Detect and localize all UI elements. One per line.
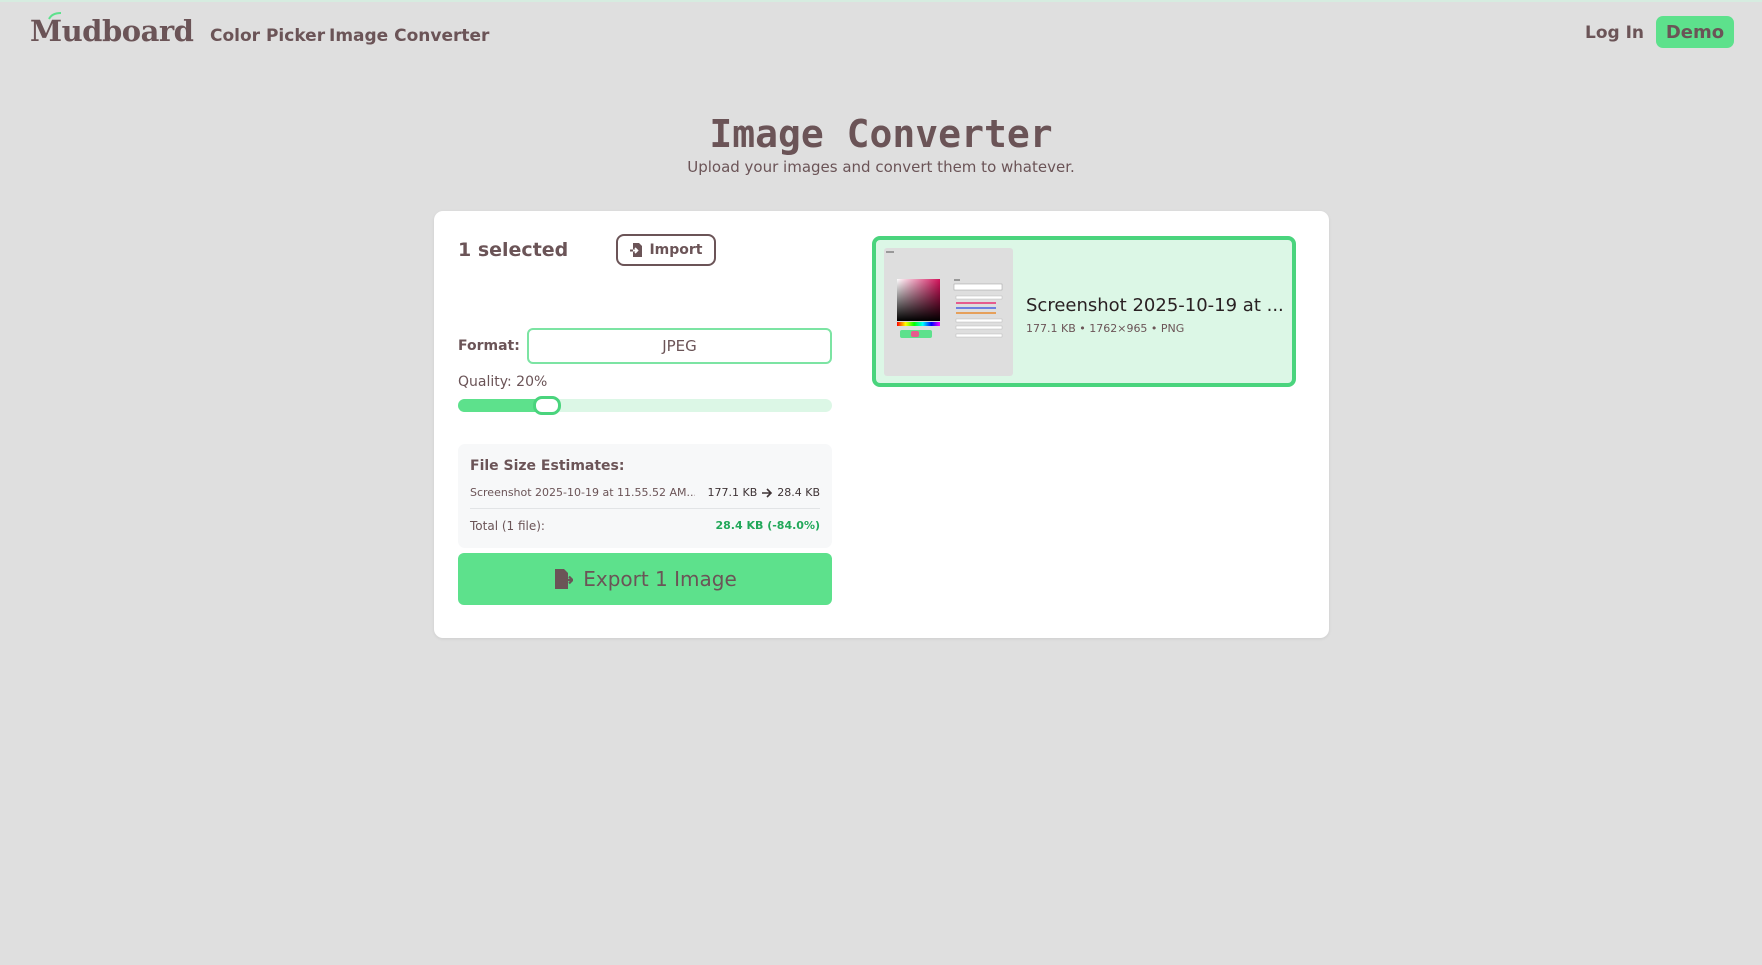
file-name: Screenshot 2025-10-19 at ... bbox=[1026, 295, 1284, 316]
converter-card: 1 selected Import Format: JPEG Quality: … bbox=[434, 211, 1329, 638]
estimate-file-name: Screenshot 2025-10-19 at 11.55.52 AM.... bbox=[470, 486, 695, 499]
original-size: 177.1 KB bbox=[707, 486, 758, 499]
file-meta: 177.1 KB • 1762×965 • PNG bbox=[1026, 322, 1185, 335]
arrow-right-icon bbox=[762, 487, 773, 498]
new-size: 28.4 KB bbox=[777, 486, 820, 499]
selected-count: 1 selected bbox=[458, 239, 569, 261]
quality-label: Quality: 20% bbox=[458, 374, 548, 390]
login-link[interactable]: Log In bbox=[1585, 23, 1644, 43]
format-select[interactable]: JPEG bbox=[527, 328, 832, 364]
import-icon bbox=[630, 243, 643, 257]
estimate-sizes: 177.1 KB 28.4 KB bbox=[708, 486, 821, 499]
file-thumbnail bbox=[884, 248, 1013, 376]
format-value: JPEG bbox=[662, 337, 697, 355]
file-size-estimates: File Size Estimates: Screenshot 2025-10-… bbox=[458, 444, 832, 548]
total-value: 28.4 KB (-84.0%) bbox=[715, 519, 821, 532]
page-subtitle: Upload your images and convert them to w… bbox=[687, 158, 1075, 176]
nav-image-converter[interactable]: Image Converter bbox=[329, 26, 489, 46]
quality-slider[interactable] bbox=[458, 396, 832, 415]
page-title: Image Converter bbox=[709, 112, 1053, 156]
export-label: Export 1 Image bbox=[583, 567, 737, 591]
format-label: Format: bbox=[458, 338, 520, 354]
estimates-title: File Size Estimates: bbox=[470, 458, 625, 474]
quality-slider-thumb[interactable] bbox=[533, 396, 561, 415]
export-button[interactable]: Export 1 Image bbox=[458, 553, 832, 605]
file-card[interactable]: Screenshot 2025-10-19 at ... 177.1 KB • … bbox=[872, 236, 1296, 387]
total-label: Total (1 file): bbox=[470, 519, 545, 533]
export-icon bbox=[555, 569, 574, 589]
divider bbox=[470, 508, 820, 509]
demo-button[interactable]: Demo bbox=[1656, 16, 1734, 48]
import-button[interactable]: Import bbox=[616, 234, 716, 266]
top-nav: Mudboard Color Picker Image Converter Lo… bbox=[0, 0, 1762, 72]
nav-color-picker[interactable]: Color Picker bbox=[210, 26, 325, 46]
import-label: Import bbox=[649, 242, 703, 258]
logo[interactable]: Mudboard bbox=[30, 14, 194, 48]
